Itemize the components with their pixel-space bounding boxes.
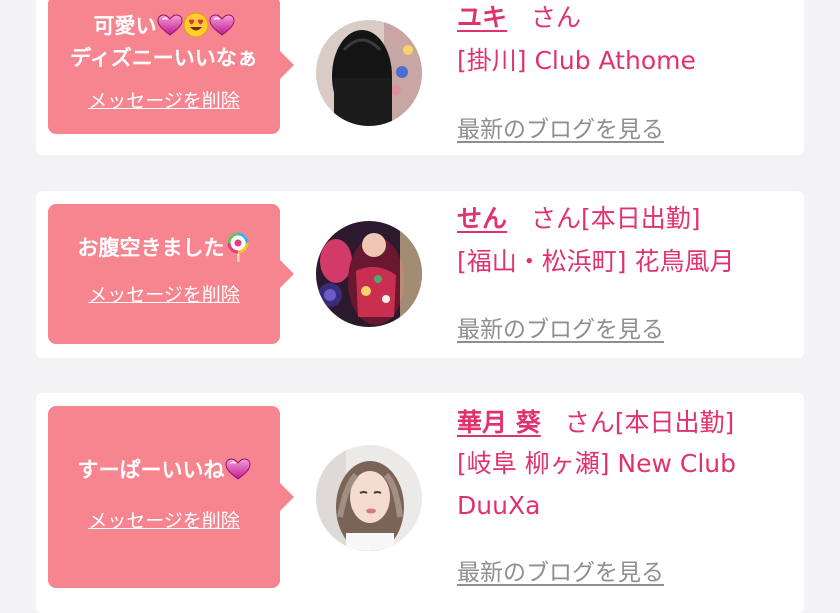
- heart-icon: [209, 14, 235, 36]
- message-text-line: すーぱーいいね: [77, 458, 225, 482]
- message-card: お腹空きました メッセージを削除 せん さん[本日出勤] [福山・松浜町] 花鳥…: [36, 191, 804, 358]
- avatar-photo: [316, 221, 422, 327]
- cast-name-link[interactable]: 華月 葵: [457, 408, 541, 437]
- avatar-photo: [316, 20, 422, 126]
- message-bubble: お腹空きました メッセージを削除: [48, 204, 294, 344]
- shop-name: [掛川] Club Athome: [457, 46, 696, 75]
- message-text-line: ディズニーいいなぁ: [70, 46, 258, 70]
- message-card: 可愛い ディズニーいいなぁ メッセージを削除 ユキ さん [掛川] Club At…: [36, 0, 804, 155]
- name-suffix: さん[本日出勤]: [564, 408, 735, 437]
- shop-name: [岐阜 柳ヶ瀬] New Club DuuXa: [457, 443, 794, 527]
- name-line: 華月 葵さん[本日出勤]: [457, 407, 794, 439]
- message-bubble: すーぱーいいね メッセージを削除: [48, 406, 294, 588]
- latest-blog-link[interactable]: 最新のブログを見る: [457, 310, 664, 344]
- message-card: すーぱーいいね メッセージを削除 華月 葵さん[本日出勤] [岐阜 柳ヶ瀬] N…: [36, 393, 804, 613]
- message-text: 可愛い ディズニーいいなぁ: [48, 0, 280, 74]
- name-line: ユキ さん: [457, 2, 794, 34]
- lollipop-icon: [227, 232, 248, 262]
- avatar-photo: [316, 445, 422, 551]
- cast-info: せん さん[本日出勤] [福山・松浜町] 花鳥風月: [457, 203, 794, 283]
- name-suffix: さん[本日出勤]: [531, 204, 701, 233]
- name-line: せん さん[本日出勤]: [457, 203, 794, 235]
- cast-name-link[interactable]: ユキ: [457, 3, 507, 32]
- name-suffix: さん: [531, 3, 582, 32]
- shop-name: [福山・松浜町] 花鳥風月: [457, 247, 735, 276]
- delete-message-link[interactable]: メッセージを削除: [88, 86, 240, 113]
- shop-name-line: [岐阜 柳ヶ瀬] New Club: [457, 449, 736, 478]
- latest-blog-link[interactable]: 最新のブログを見る: [457, 553, 664, 587]
- avatar[interactable]: [316, 221, 422, 327]
- avatar[interactable]: [316, 445, 422, 551]
- message-text: すーぱーいいね: [48, 406, 280, 486]
- avatar[interactable]: [316, 20, 422, 126]
- latest-blog-link[interactable]: 最新のブログを見る: [457, 110, 664, 144]
- shop-name-line: DuuXa: [457, 491, 541, 520]
- message-text: お腹空きました: [48, 204, 280, 264]
- message-text-line: お腹空きました: [77, 236, 225, 260]
- message-text-line: 可愛い: [93, 14, 157, 38]
- message-bubble: 可愛い ディズニーいいなぁ メッセージを削除: [48, 0, 294, 134]
- heart-icon: [157, 14, 183, 36]
- heart-eyes-icon: [183, 12, 208, 38]
- cast-name-link[interactable]: せん: [457, 204, 507, 233]
- cast-info: ユキ さん [掛川] Club Athome: [457, 2, 794, 82]
- delete-message-link[interactable]: メッセージを削除: [88, 506, 240, 533]
- heart-icon: [225, 458, 251, 480]
- delete-message-link[interactable]: メッセージを削除: [88, 280, 240, 307]
- cast-info: 華月 葵さん[本日出勤] [岐阜 柳ヶ瀬] New Club DuuXa: [457, 407, 794, 527]
